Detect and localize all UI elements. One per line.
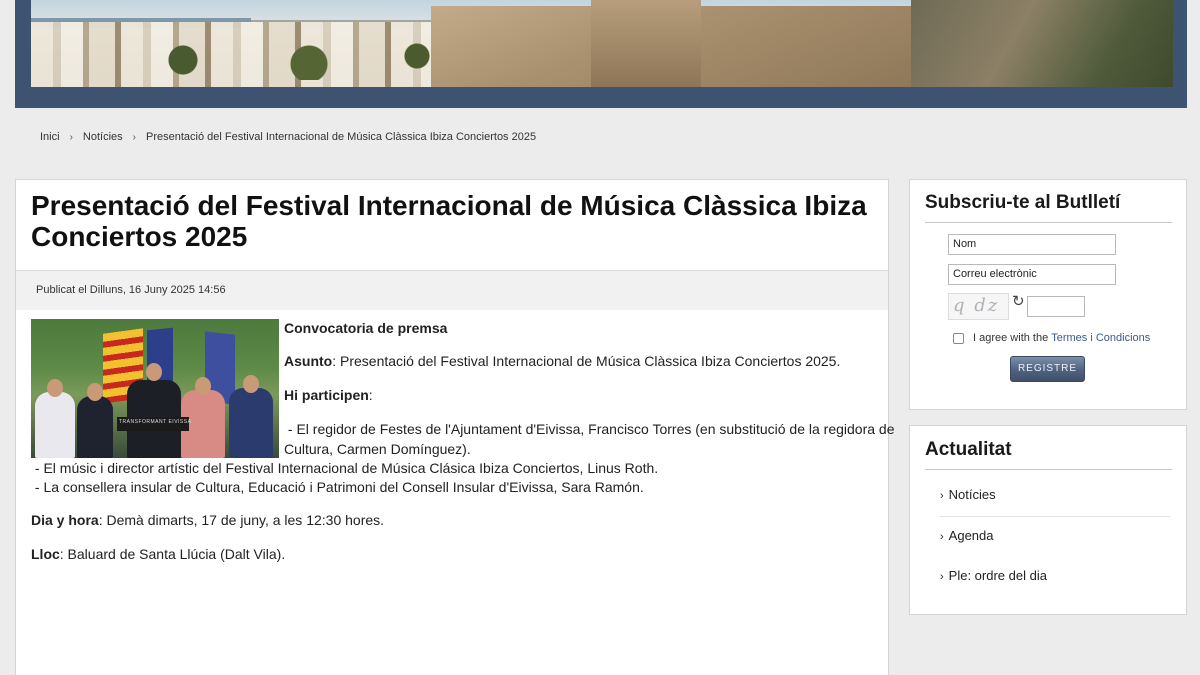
participant-3: - La consellera insular de Cultura, Educ… [31, 479, 644, 495]
news-item-agenda[interactable]: › Agenda [940, 528, 994, 543]
breadcrumb: Inici › Notícies › Presentació del Festi… [40, 131, 536, 143]
article-card: Presentació del Festival Internacional d… [15, 179, 895, 675]
news-item-ple[interactable]: › Ple: ordre del dia [940, 568, 1047, 583]
article-meta-bar: Publicat el Dilluns, 16 Juny 2025 14:56 [16, 270, 888, 310]
banner-image [31, 0, 1173, 87]
refresh-captcha-icon[interactable]: ↻ [1012, 292, 1025, 310]
article-photo: TRANSFORMANT EIVISSA [31, 319, 279, 458]
publish-date: Publicat el Dilluns, 16 Juny 2025 14:56 [36, 284, 226, 296]
email-field[interactable]: Correu electrònic [948, 264, 1116, 285]
captcha-image: q dz [948, 293, 1009, 320]
newsletter-card: Subscriu-te al Butlletí Nom Correu elect… [909, 179, 1187, 410]
participant-1: - El regidor de Festes de l'Ajuntament d… [284, 421, 895, 437]
agree-row: I agree with the Termes i Condicions [953, 332, 1150, 344]
agree-checkbox[interactable] [953, 332, 964, 344]
article-participants-label: Hi participen: [284, 387, 373, 403]
news-title: Actualitat [925, 439, 1012, 460]
lectern-label: TRANSFORMANT EIVISSA [119, 419, 192, 425]
divider [925, 469, 1172, 470]
terms-link[interactable]: Termes i Condicions [1051, 332, 1150, 344]
breadcrumb-news-link[interactable]: Notícies [83, 131, 123, 143]
chevron-right-icon: › [940, 490, 944, 502]
header-banner [15, 0, 1187, 108]
divider [940, 516, 1170, 517]
chevron-right-icon: › [940, 571, 944, 583]
register-button[interactable]: REGISTRE [1010, 356, 1085, 382]
newsletter-title: Subscriu-te al Butlletí [925, 192, 1121, 213]
participant-1-cont: Cultura, Carmen Domínguez). [284, 441, 471, 457]
article-title: Presentació del Festival Internacional d… [31, 190, 867, 252]
breadcrumb-separator-icon: › [132, 131, 136, 143]
chevron-right-icon: › [940, 531, 944, 543]
agree-label: I agree with the [973, 332, 1049, 344]
article-place: Lloc: Baluard de Santa Llúcia (Dalt Vila… [31, 546, 286, 562]
news-item-noticies[interactable]: › Notícies [940, 487, 996, 502]
name-field[interactable]: Nom [948, 234, 1116, 255]
divider [925, 222, 1172, 223]
breadcrumb-current: Presentació del Festival Internacional d… [146, 131, 537, 143]
article-heading: Convocatoria de premsa [284, 320, 448, 336]
participant-2: - El músic i director artístic del Festi… [31, 460, 659, 476]
breadcrumb-separator-icon: › [69, 131, 73, 143]
breadcrumb-home-link[interactable]: Inici [40, 131, 60, 143]
news-card: Actualitat › Notícies › Agenda › Ple: ordre… [909, 425, 1187, 615]
article-subject: Asunto: Presentació del Festival Interna… [284, 353, 841, 369]
captcha-input[interactable] [1027, 296, 1085, 317]
article-date: Dia y hora: Demà dimarts, 17 de juny, a … [31, 512, 385, 528]
